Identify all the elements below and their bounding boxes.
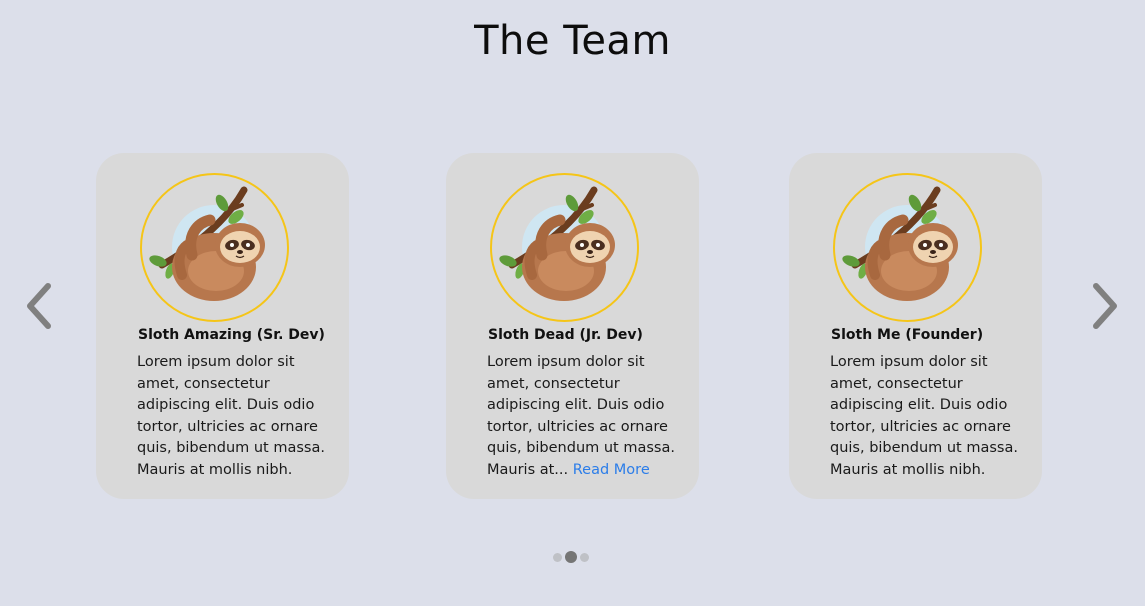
read-more-link[interactable]: Read More <box>573 462 650 478</box>
bio-line: amet, consectetur <box>137 375 270 392</box>
page-title: The Team <box>474 18 671 64</box>
chevron-left-icon <box>27 283 51 329</box>
sloth-avatar <box>490 173 639 322</box>
bio-line: Lorem ipsum dolor sit <box>830 354 988 370</box>
member-name: Sloth Amazing (Sr. Dev) <box>138 327 325 343</box>
bio-line-last: Mauris at... Read More <box>487 460 683 482</box>
carousel-prev-button[interactable] <box>20 276 60 336</box>
bio-line: Lorem ipsum dolor sit <box>487 354 645 370</box>
sloth-avatar <box>833 173 982 322</box>
bio-line: amet, consectetur <box>487 375 620 392</box>
pagination-dot-active[interactable] <box>565 551 577 563</box>
pagination-dot[interactable] <box>553 552 562 562</box>
member-name: Sloth Me (Founder) <box>831 327 984 343</box>
chevron-right-icon <box>1093 283 1117 329</box>
bio-line: tortor, ultricies ac ornare <box>137 418 318 435</box>
bio-line: quis, bibendum ut massa. <box>487 440 675 456</box>
member-bio: Lorem ipsum dolor sit amet, consectetur … <box>137 352 333 481</box>
bio-line: adipiscing elit. Duis odio <box>487 397 665 413</box>
team-card: Sloth Dead (Jr. Dev) Lorem ipsum dolor s… <box>446 153 699 499</box>
bio-line: Mauris at mollis nibh. <box>137 461 293 478</box>
member-bio: Lorem ipsum dolor sit amet, consectetur … <box>487 352 683 481</box>
member-bio: Lorem ipsum dolor sit amet, consectetur … <box>830 352 1026 481</box>
sloth-icon <box>142 175 287 320</box>
carousel-next-button[interactable] <box>1084 276 1124 336</box>
member-name: Sloth Dead (Jr. Dev) <box>488 327 643 343</box>
carousel-pagination <box>553 551 589 563</box>
bio-line: tortor, ultricies ac ornare <box>830 418 1011 435</box>
team-card: Sloth Me (Founder) Lorem ipsum dolor sit… <box>789 153 1042 499</box>
bio-line: tortor, ultricies ac ornare <box>487 418 668 435</box>
sloth-icon <box>492 175 637 320</box>
bio-line: Mauris at mollis nibh. <box>830 461 986 478</box>
team-card: Sloth Amazing (Sr. Dev) Lorem ipsum dolo… <box>96 153 349 499</box>
bio-line: Lorem ipsum dolor sit <box>137 354 295 370</box>
pagination-dot[interactable] <box>580 552 589 562</box>
bio-text-truncated: Mauris at... <box>487 461 569 478</box>
bio-line: adipiscing elit. Duis odio <box>137 397 315 413</box>
sloth-icon <box>835 175 980 320</box>
bio-line: adipiscing elit. Duis odio <box>830 397 1008 413</box>
sloth-avatar <box>140 173 289 322</box>
bio-line: quis, bibendum ut massa. <box>137 440 325 456</box>
bio-line: quis, bibendum ut massa. <box>830 440 1018 456</box>
bio-line: amet, consectetur <box>830 375 963 392</box>
